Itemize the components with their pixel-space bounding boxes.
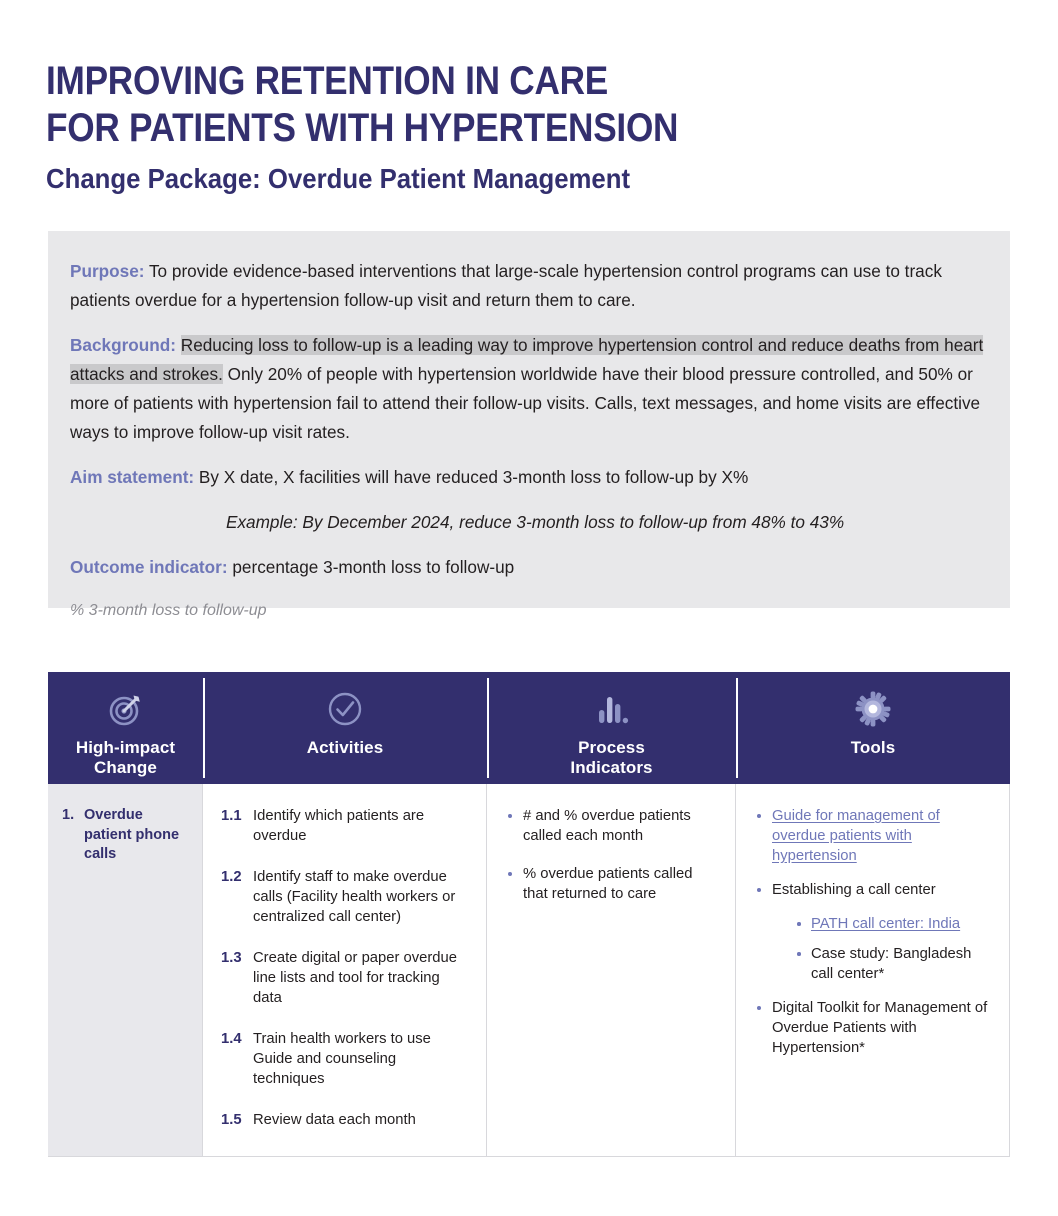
tools-list: Guide for management of overdue patients… [754,806,989,1058]
outcome-indicator-footnote: % 3-month loss to follow-up [70,602,267,619]
outcome-indicator-text: percentage 3-month loss to follow-up [227,557,515,577]
page-title-block: IMPROVING RETENTION IN CARE FOR PATIENTS… [46,58,1006,198]
table-header-label-high-impact-change: High-impact Change [75,738,176,777]
outcome-indicator-label: Outcome indicator: [70,557,228,577]
page-title-line-2: FOR PATIENTS WITH HYPERTENSION [46,106,679,151]
activity-text: Create digital or paper overdue line lis… [253,950,457,1006]
high-impact-change-number: 1. [62,807,75,823]
page-title-line-1: IMPROVING RETENTION IN CARE [46,59,608,103]
high-impact-change-text: Overdue patient phone calls [84,807,180,862]
aim-statement-label: Aim statement: [70,467,195,487]
table-header-high-impact-change: High-impact Change [48,672,203,784]
gear-icon [854,688,892,730]
aim-statement-text: By X date, X facilities will have reduce… [194,467,749,487]
list-item: Establishing a call center PATH call cen… [754,880,989,984]
tool-link-path-call-center-india[interactable]: PATH call center: India [811,916,960,932]
document-page: IMPROVING RETENTION IN CARE FOR PATIENTS… [0,0,1058,1216]
aim-statement-paragraph: Aim statement: By X date, X facilities w… [70,463,988,492]
cell-process-indicators: # and % overdue patients called each mon… [487,784,736,1157]
purpose-text: To provide evidence-based interventions … [70,261,942,310]
tool-label-establishing-call-center: Establishing a call center [772,882,936,898]
change-package-table: High-impact Change Activities Process In… [48,672,1010,1157]
table-row: 1. Overdue patient phone calls 1.1 Ident… [48,784,1010,1157]
purpose-paragraph: Purpose: To provide evidence-based inter… [70,257,988,315]
high-impact-change-item: 1. Overdue patient phone calls [62,806,190,865]
list-item: PATH call center: India [794,914,989,934]
outcome-indicator-paragraph: Outcome indicator: percentage 3-month lo… [70,553,988,582]
activity-item: 1.2 Identify staff to make overdue calls… [221,867,466,927]
activity-item: 1.5 Review data each month [221,1110,466,1130]
list-item: % overdue patients called that returned … [505,864,715,904]
activity-number: 1.2 [221,869,242,885]
activity-text: Train health workers to use Guide and co… [253,1031,431,1087]
purpose-label: Purpose: [70,261,145,281]
table-header-process-indicators: Process Indicators [487,672,736,784]
check-circle-icon [326,688,364,730]
target-icon [107,688,145,730]
table-header-label-activities: Activities [306,738,384,757]
tool-link-guide-overdue-patients[interactable]: Guide for management of overdue patients… [772,808,940,864]
list-item: Guide for management of overdue patients… [754,806,989,866]
cell-tools: Guide for management of overdue patients… [736,784,1010,1157]
info-panel: Purpose: To provide evidence-based inter… [48,231,1010,619]
activity-number: 1.5 [221,1112,242,1128]
activity-number: 1.1 [221,808,242,824]
table-header-activities: Activities [203,672,487,784]
list-item: Case study: Bangladesh call center* [794,944,989,984]
activity-item: 1.4 Train health workers to use Guide an… [221,1029,466,1089]
table-header-label-tools: Tools [850,738,896,757]
aim-example-text: Example: By December 2024, reduce 3-mont… [226,512,845,532]
page-subtitle: Change Package: Overdue Patient Manageme… [46,163,631,195]
activity-number: 1.3 [221,950,242,966]
background-label: Background: [70,335,176,355]
cell-activities: 1.1 Identify which patients are overdue … [203,784,487,1157]
list-item: # and % overdue patients called each mon… [505,806,715,846]
activity-text: Review data each month [253,1112,416,1128]
activity-text: Identify staff to make overdue calls (Fa… [253,869,456,925]
process-indicator-list: # and % overdue patients called each mon… [505,806,715,904]
list-item: Digital Toolkit for Management of Overdu… [754,998,989,1058]
bar-chart-icon [593,688,631,730]
table-header-tools: Tools [736,672,1010,784]
cell-high-impact-change: 1. Overdue patient phone calls [48,784,203,1157]
activity-item: 1.1 Identify which patients are overdue [221,806,466,846]
activity-item: 1.3 Create digital or paper overdue line… [221,948,466,1008]
table-header-label-process-indicators: Process Indicators [570,738,653,777]
tools-sublist: PATH call center: India Case study: Bang… [772,914,989,984]
table-header-row: High-impact Change Activities Process In… [48,672,1010,784]
background-paragraph: Background: Reducing loss to follow-up i… [70,331,988,447]
activity-number: 1.4 [221,1031,242,1047]
activity-text: Identify which patients are overdue [253,808,425,844]
